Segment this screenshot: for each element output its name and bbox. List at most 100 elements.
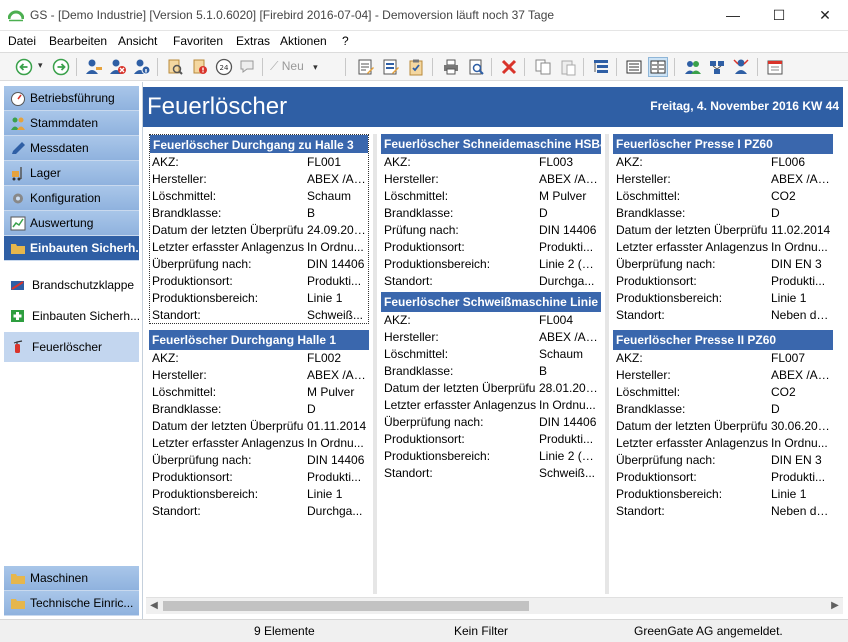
minimize-button[interactable]: — bbox=[710, 0, 756, 30]
field-value: 24.09.2014 bbox=[307, 223, 367, 237]
maximize-icon: ☐ bbox=[772, 6, 786, 23]
nav-auswertung[interactable]: Auswertung bbox=[4, 211, 139, 236]
menu-bearbeiten[interactable]: Bearbeiten bbox=[49, 34, 107, 48]
status-filter: Kein Filter bbox=[454, 624, 509, 638]
card-title: Feuerlöscher Presse I PZ60 bbox=[613, 134, 833, 154]
card-fl002[interactable]: Feuerlöscher Durchgang Halle 1 AKZ: FL002… bbox=[149, 330, 369, 520]
scroll-right-icon[interactable]: ▶ bbox=[829, 600, 841, 612]
field-label: AKZ: bbox=[152, 351, 179, 365]
nav-einbauten-sicherheit[interactable]: Einbauten Sicherh... bbox=[4, 236, 139, 261]
nav-messdaten[interactable]: Messdaten bbox=[4, 136, 139, 161]
nav-konfiguration[interactable]: Konfiguration bbox=[4, 186, 139, 211]
org-chart-button[interactable] bbox=[707, 57, 727, 77]
field-label: Letzter erfasster Anlagenzust bbox=[616, 240, 768, 254]
card-fl004[interactable]: Feuerlöscher Schweißmaschine Linie 2 AKZ… bbox=[381, 292, 601, 482]
field-value: 01.11.2014 bbox=[307, 419, 367, 433]
copy-button[interactable] bbox=[533, 57, 553, 77]
list-view-button[interactable] bbox=[624, 57, 644, 77]
paste-button[interactable] bbox=[558, 57, 578, 77]
horizontal-scrollbar[interactable]: ◀ ▶ bbox=[146, 597, 843, 614]
tree-view-button[interactable] bbox=[591, 57, 611, 77]
edit-form-button[interactable] bbox=[381, 57, 401, 77]
field-value: In Ordnu... bbox=[771, 240, 828, 254]
nav-technische-einrichtungen[interactable]: Technische Einric... bbox=[4, 591, 139, 616]
field-label: Letzter erfasster Anlagenzust bbox=[384, 398, 536, 412]
field-value: DIN 14406 bbox=[307, 453, 365, 467]
field-value: Schaum bbox=[539, 347, 584, 361]
delete-button[interactable] bbox=[499, 57, 519, 77]
subnav-einbauten-sicherheit[interactable]: Einbauten Sicherh... bbox=[4, 301, 139, 331]
scroll-thumb[interactable] bbox=[163, 601, 529, 611]
user-edit-button[interactable] bbox=[84, 57, 104, 77]
field-label: Produktionsbereich: bbox=[384, 257, 491, 271]
menu-ansicht[interactable]: Ansicht bbox=[118, 34, 157, 48]
scroll-left-icon[interactable]: ◀ bbox=[148, 600, 160, 612]
back-button[interactable] bbox=[14, 57, 34, 77]
menu-extras[interactable]: Extras bbox=[236, 34, 270, 48]
nav-label: Lager bbox=[30, 166, 61, 180]
card-view-button[interactable] bbox=[648, 57, 668, 77]
users-button[interactable] bbox=[683, 57, 703, 77]
card-title: Feuerlöscher Durchgang zu Halle 3 bbox=[149, 134, 369, 154]
new-dropdown[interactable]: ⟋ Neu ▾ bbox=[270, 59, 318, 74]
card-fl003[interactable]: Feuerlöscher Schneidemaschine HSB4... AK… bbox=[381, 134, 601, 290]
nav-stammdaten[interactable]: Stammdaten bbox=[4, 111, 139, 136]
calendar-button[interactable] bbox=[765, 57, 785, 77]
field-label: Letzter erfasster Anlagenzust bbox=[152, 436, 304, 450]
field-label: Hersteller: bbox=[616, 368, 671, 382]
field-label: Datum der letzten Überprüfu bbox=[384, 381, 536, 395]
card-view: Feuerlöscher Durchgang zu Halle 3 AKZ: FL… bbox=[143, 128, 843, 616]
print-button[interactable] bbox=[441, 57, 461, 77]
folder-icon bbox=[11, 244, 25, 254]
user-tools-button[interactable] bbox=[731, 57, 751, 77]
field-value: D bbox=[771, 206, 780, 220]
comment-button[interactable] bbox=[238, 57, 258, 77]
clipboard-check-icon bbox=[409, 59, 423, 76]
print-preview-button[interactable] bbox=[466, 57, 486, 77]
field-label: Standort: bbox=[152, 308, 201, 322]
forward-button[interactable] bbox=[51, 57, 71, 77]
menu-favoriten[interactable]: Favoriten bbox=[173, 34, 223, 48]
back-dropdown-icon[interactable]: ▾ bbox=[38, 60, 43, 71]
menu-aktionen[interactable]: Aktionen bbox=[280, 34, 327, 48]
subnav-brandschutzklappe[interactable]: Brandschutzklappe bbox=[4, 270, 139, 300]
org-chart-icon bbox=[710, 61, 724, 74]
tree-view-icon bbox=[594, 60, 608, 73]
field-label: Löschmittel: bbox=[152, 385, 217, 399]
menu-datei[interactable]: Datei bbox=[8, 34, 36, 48]
field-label: Prüfung nach: bbox=[384, 223, 459, 237]
header-date: Freitag, 4. November 2016 KW 44 bbox=[650, 99, 839, 113]
card-fl001[interactable]: Feuerlöscher Durchgang zu Halle 3 AKZ: FL… bbox=[149, 134, 369, 324]
field-value: ABEX /A. ... bbox=[539, 330, 599, 344]
svg-text:24: 24 bbox=[220, 64, 229, 72]
subnav-feuerloescher[interactable]: Feuerlöscher bbox=[4, 332, 139, 362]
field-label: Produktionsbereich: bbox=[152, 487, 259, 501]
menu-help[interactable]: ? bbox=[342, 34, 349, 48]
status-user: GreenGate AG angemeldet. bbox=[634, 624, 783, 638]
field-label: Brandklasse: bbox=[384, 364, 454, 378]
field-label: Produktionsbereich: bbox=[384, 449, 491, 463]
search-record-button[interactable] bbox=[165, 57, 185, 77]
nav-maschinen[interactable]: Maschinen bbox=[4, 566, 139, 591]
nav-lager[interactable]: Lager bbox=[4, 161, 139, 186]
user-delete-icon bbox=[110, 59, 126, 74]
print-preview-icon bbox=[469, 59, 484, 75]
field-value: Linie 2 (G... bbox=[539, 257, 599, 271]
card-fl006[interactable]: Feuerlöscher Presse I PZ60 AKZ: FL006 Her… bbox=[613, 134, 833, 324]
close-button[interactable]: ✕ bbox=[802, 0, 848, 30]
edit-list-button[interactable] bbox=[356, 57, 376, 77]
checklist-button[interactable] bbox=[406, 57, 426, 77]
maximize-button[interactable]: ☐ bbox=[756, 0, 802, 30]
nav-betriebsfuehrung[interactable]: Betriebsführung bbox=[4, 86, 139, 111]
card-fl007[interactable]: Feuerlöscher Presse II PZ60 AKZ: FL007 He… bbox=[613, 330, 833, 520]
user-info-button[interactable] bbox=[132, 57, 152, 77]
user-delete-button[interactable] bbox=[108, 57, 128, 77]
field-label: Löschmittel: bbox=[152, 189, 217, 203]
new-dropdown-icon: ▾ bbox=[313, 62, 318, 72]
schedule-24-button[interactable]: 24 bbox=[214, 57, 234, 77]
subnav-label: Feuerlöscher bbox=[32, 340, 103, 354]
field-label: Standort: bbox=[616, 308, 665, 322]
field-value: Linie 2 (G... bbox=[539, 449, 599, 463]
alert-button[interactable] bbox=[190, 57, 210, 77]
field-label: Produktionsort: bbox=[152, 470, 233, 484]
